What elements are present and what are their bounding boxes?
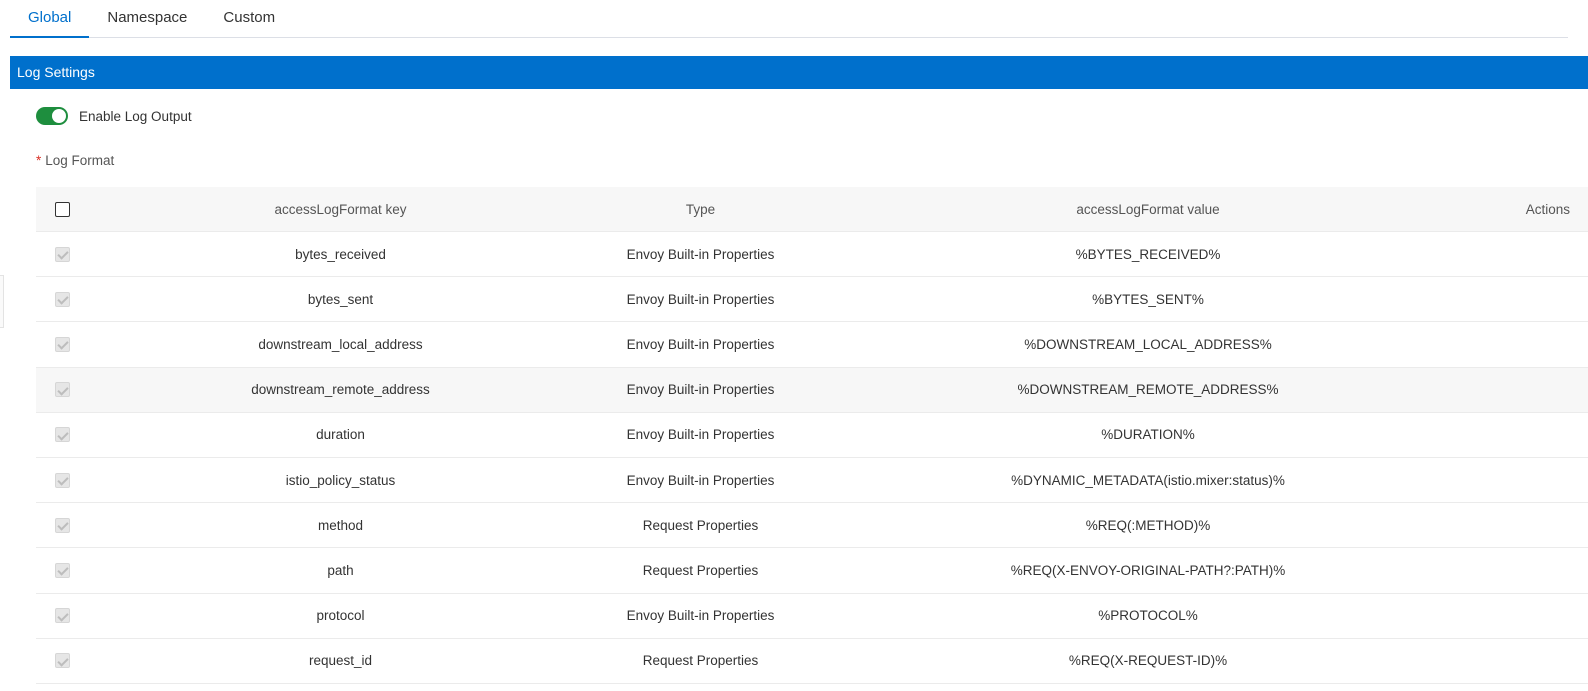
scope-tabs: Global Namespace Custom <box>10 0 1568 38</box>
row-value: %REQ(X-REQUEST-ID)% <box>1068 653 1228 669</box>
row-value: %PROTOCOL% <box>1098 608 1198 624</box>
log-output-toggle-row: Enable Log Output <box>36 105 192 127</box>
table-row: request_id Request Properties %REQ(X-REQ… <box>36 639 1588 684</box>
row-key: bytes_sent <box>307 291 374 307</box>
table-row: downstream_remote_address Envoy Built-in… <box>36 367 1588 413</box>
side-panel-handle[interactable] <box>0 275 4 328</box>
row-value: %DOWNSTREAM_LOCAL_ADDRESS% <box>1024 336 1272 352</box>
log-format-label-text: Log Format <box>45 153 115 168</box>
required-asterisk: * <box>36 153 42 168</box>
row-type: Envoy Built-in Properties <box>626 382 775 398</box>
section-header-log-settings: Log Settings <box>10 56 1588 89</box>
row-type: Request Properties <box>642 517 759 533</box>
row-checkbox-cell <box>36 427 88 443</box>
row-value: %REQ(:METHOD)% <box>1085 517 1211 533</box>
row-key: istio_policy_status <box>285 472 396 488</box>
row-checkbox <box>54 246 70 262</box>
table-row: bytes_sent Envoy Built-in Properties %BY… <box>36 277 1588 323</box>
row-checkbox <box>54 517 70 533</box>
log-output-label: Enable Log Output <box>79 108 192 124</box>
row-value: %REQ(X-ENVOY-ORIGINAL-PATH?:PATH)% <box>1010 562 1286 578</box>
header-checkbox-cell <box>36 201 88 217</box>
column-header-type: Type <box>685 201 716 217</box>
row-type: Request Properties <box>642 562 759 578</box>
row-key: bytes_received <box>295 246 386 262</box>
row-type: Envoy Built-in Properties <box>626 472 775 488</box>
row-checkbox-cell <box>36 562 88 578</box>
row-checkbox-cell <box>36 246 88 262</box>
column-header-value: accessLogFormat value <box>1076 201 1220 217</box>
row-type: Envoy Built-in Properties <box>626 336 775 352</box>
row-value: %DYNAMIC_METADATA(istio.mixer:status)% <box>1011 472 1285 488</box>
row-key: downstream_local_address <box>258 336 423 352</box>
log-output-switch[interactable] <box>36 107 68 125</box>
table-row: bytes_received Envoy Built-in Properties… <box>36 232 1588 278</box>
row-value: %BYTES_SENT% <box>1092 291 1204 307</box>
row-checkbox-cell <box>36 472 88 488</box>
tab-global[interactable]: Global <box>10 0 90 38</box>
row-checkbox-cell <box>36 336 88 352</box>
table-header-row: accessLogFormat key Type accessLogFormat… <box>36 187 1588 232</box>
table-row: protocol Envoy Built-in Properties %PROT… <box>36 594 1588 639</box>
row-value: %DOWNSTREAM_REMOTE_ADDRESS% <box>1017 382 1279 398</box>
row-checkbox-cell <box>36 608 88 624</box>
row-checkbox-cell <box>36 653 88 669</box>
table-row: path Request Properties %REQ(X-ENVOY-ORI… <box>36 548 1588 594</box>
row-key: path <box>327 562 354 578</box>
row-type: Envoy Built-in Properties <box>626 291 775 307</box>
select-all-checkbox[interactable] <box>54 201 70 217</box>
row-type: Envoy Built-in Properties <box>626 427 775 443</box>
tab-custom[interactable]: Custom <box>205 0 293 37</box>
log-format-label: * Log Format <box>36 151 114 171</box>
log-settings-page: Global Namespace Custom Log Settings Ena… <box>0 0 1588 691</box>
table-row: method Request Properties %REQ(:METHOD)% <box>36 503 1588 549</box>
row-type: Envoy Built-in Properties <box>626 608 775 624</box>
row-key: request_id <box>308 653 373 669</box>
row-checkbox <box>54 562 70 578</box>
row-value: %BYTES_RECEIVED% <box>1075 246 1221 262</box>
row-key: downstream_remote_address <box>251 382 430 398</box>
row-type: Request Properties <box>642 653 759 669</box>
tab-namespace[interactable]: Namespace <box>89 0 205 37</box>
row-checkbox-cell <box>36 291 88 307</box>
row-checkbox <box>54 608 70 624</box>
row-key: protocol <box>316 608 365 624</box>
log-format-table: accessLogFormat key Type accessLogFormat… <box>36 187 1588 684</box>
table-row: istio_policy_status Envoy Built-in Prope… <box>36 458 1588 504</box>
column-header-key: accessLogFormat key <box>274 201 407 217</box>
row-key: method <box>317 517 364 533</box>
row-checkbox <box>54 382 70 398</box>
column-header-actions: Actions <box>1525 201 1570 217</box>
row-checkbox <box>54 427 70 443</box>
row-checkbox-cell <box>36 517 88 533</box>
row-type: Envoy Built-in Properties <box>626 246 775 262</box>
row-value: %DURATION% <box>1101 427 1195 443</box>
row-checkbox <box>54 336 70 352</box>
row-checkbox <box>54 653 70 669</box>
table-row: downstream_local_address Envoy Built-in … <box>36 322 1588 368</box>
switch-knob <box>52 109 66 123</box>
row-checkbox <box>54 472 70 488</box>
row-checkbox-cell <box>36 382 88 398</box>
row-checkbox <box>54 291 70 307</box>
table-row: duration Envoy Built-in Properties %DURA… <box>36 413 1588 458</box>
row-key: duration <box>316 427 365 443</box>
